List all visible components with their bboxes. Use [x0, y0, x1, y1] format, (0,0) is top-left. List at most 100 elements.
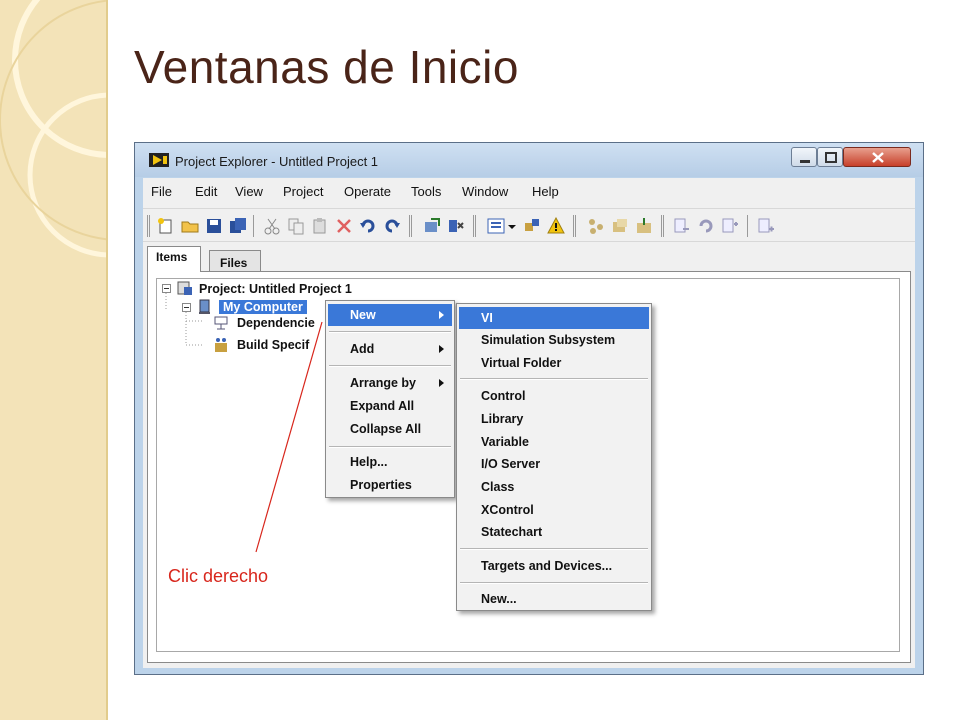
- my-computer-expander[interactable]: [182, 303, 191, 312]
- new-submenu: VI Simulation Subsystem Virtual Folder C…: [456, 303, 652, 611]
- submenu-item-library[interactable]: Library: [459, 408, 649, 430]
- decorative-side-band: [0, 0, 108, 720]
- menu-item-add[interactable]: Add: [328, 338, 452, 360]
- menu-window[interactable]: Window: [462, 184, 508, 199]
- minus-icon: [164, 288, 169, 289]
- deploy-icon[interactable]: [423, 217, 441, 235]
- tab-files[interactable]: Files: [209, 250, 261, 272]
- menu-project[interactable]: Project: [283, 184, 323, 199]
- delete-icon[interactable]: [335, 217, 353, 235]
- project-expander[interactable]: [162, 284, 171, 293]
- maximize-icon: [825, 152, 837, 163]
- menu-separator: [460, 582, 648, 584]
- dependencies-icon: [214, 316, 228, 330]
- toolbar-grip: [147, 215, 150, 237]
- refresh-status-icon[interactable]: [721, 217, 739, 235]
- tree-item-my-computer[interactable]: My Computer: [219, 300, 307, 314]
- submenu-arrow-icon: [439, 379, 444, 387]
- menu-tools[interactable]: Tools: [411, 184, 441, 199]
- submenu-arrow-icon: [439, 311, 444, 319]
- build-specifications-icon: [215, 338, 227, 352]
- context-menu: New Add Arrange by Expand All Collapse A…: [325, 300, 455, 498]
- annotation-right-click: Clic derecho: [168, 566, 269, 586]
- window-title: Project Explorer - Untitled Project 1: [175, 154, 379, 169]
- minimize-icon: [800, 160, 810, 163]
- tree-item-build-specifications[interactable]: Build Specif: [237, 338, 309, 352]
- menu-item-arrange-by[interactable]: Arrange by: [328, 372, 452, 394]
- submenu-item-statechart[interactable]: Statechart: [459, 521, 649, 543]
- toolbar-separator: [409, 215, 412, 237]
- submenu-item-control[interactable]: Control: [459, 385, 649, 407]
- computer-icon: [199, 299, 210, 314]
- title-bar[interactable]: Project Explorer - Untitled Project 1: [135, 143, 923, 177]
- build-icon[interactable]: [447, 217, 465, 235]
- copy-icon[interactable]: [287, 217, 305, 235]
- submenu-item-vi[interactable]: VI: [459, 307, 649, 329]
- source-control-properties-icon[interactable]: [757, 217, 775, 235]
- toolbar-separator: [253, 215, 254, 237]
- submenu-item-io-server[interactable]: I/O Server: [459, 453, 649, 475]
- tab-items[interactable]: Items: [147, 246, 201, 272]
- menu-item-label: New: [350, 308, 376, 322]
- source-control-add-icon[interactable]: [587, 217, 605, 235]
- menu-item-label: Add: [350, 342, 375, 356]
- menu-item-collapse-all[interactable]: Collapse All: [328, 418, 452, 440]
- paste-icon[interactable]: [311, 217, 329, 235]
- source-control-checkin-icon[interactable]: [635, 217, 653, 235]
- menu-item-new[interactable]: New: [328, 304, 452, 326]
- history-icon[interactable]: [697, 217, 715, 235]
- cut-icon[interactable]: [263, 217, 281, 235]
- menu-item-label: Arrange by: [350, 376, 416, 390]
- close-button[interactable]: [843, 147, 911, 167]
- decorative-circles: [0, 0, 106, 258]
- undo-icon[interactable]: [359, 217, 377, 235]
- slide-title: Ventanas de Inicio: [134, 41, 519, 93]
- menu-separator: [329, 365, 451, 367]
- menu-operate[interactable]: Operate: [344, 184, 391, 199]
- show-differences-icon[interactable]: [673, 217, 691, 235]
- close-icon: [872, 152, 884, 163]
- submenu-item-virtual-folder[interactable]: Virtual Folder: [459, 352, 649, 374]
- menu-separator: [460, 548, 648, 550]
- new-file-icon[interactable]: [157, 217, 175, 235]
- submenu-item-simulation-subsystem[interactable]: Simulation Subsystem: [459, 329, 649, 351]
- submenu-item-new[interactable]: New...: [459, 588, 649, 610]
- save-icon[interactable]: [205, 217, 223, 235]
- warning-icon[interactable]: [547, 217, 565, 235]
- save-all-icon[interactable]: [229, 217, 247, 235]
- submenu-item-class[interactable]: Class: [459, 476, 649, 498]
- view-options-icon[interactable]: [487, 217, 505, 235]
- menu-help[interactable]: Help: [532, 184, 559, 199]
- menu-item-properties[interactable]: Properties: [328, 474, 452, 496]
- toolbar-separator: [661, 215, 664, 237]
- toolbar-separator: [573, 215, 576, 237]
- menu-edit[interactable]: Edit: [195, 184, 217, 199]
- menu-item-expand-all[interactable]: Expand All: [328, 395, 452, 417]
- menu-bar: File Edit View Project Operate Tools Win…: [143, 178, 915, 206]
- minus-icon: [184, 307, 189, 308]
- resolve-conflicts-icon[interactable]: [523, 217, 541, 235]
- open-folder-icon[interactable]: [181, 217, 199, 235]
- menu-view[interactable]: View: [235, 184, 263, 199]
- menu-separator: [329, 331, 451, 333]
- menu-separator: [329, 446, 451, 448]
- labview-app-icon: [149, 153, 169, 167]
- toolbar-separator: [747, 215, 748, 237]
- project-icon: [177, 281, 192, 295]
- tree-item-project[interactable]: Project: Untitled Project 1: [199, 282, 352, 296]
- minimize-button[interactable]: [791, 147, 817, 167]
- menu-separator: [460, 378, 648, 380]
- toolbar-separator: [473, 215, 476, 237]
- dropdown-arrow-icon[interactable]: [507, 217, 517, 235]
- submenu-item-variable[interactable]: Variable: [459, 431, 649, 453]
- maximize-button[interactable]: [817, 147, 843, 167]
- menu-file[interactable]: File: [151, 184, 172, 199]
- submenu-arrow-icon: [439, 345, 444, 353]
- source-control-checkout-icon[interactable]: [611, 217, 629, 235]
- menu-item-help[interactable]: Help...: [328, 451, 452, 473]
- toolbar: [143, 208, 915, 242]
- redo-icon[interactable]: [383, 217, 401, 235]
- tree-item-dependencies[interactable]: Dependencie: [237, 316, 315, 330]
- submenu-item-targets-and-devices[interactable]: Targets and Devices...: [459, 555, 649, 577]
- submenu-item-xcontrol[interactable]: XControl: [459, 499, 649, 521]
